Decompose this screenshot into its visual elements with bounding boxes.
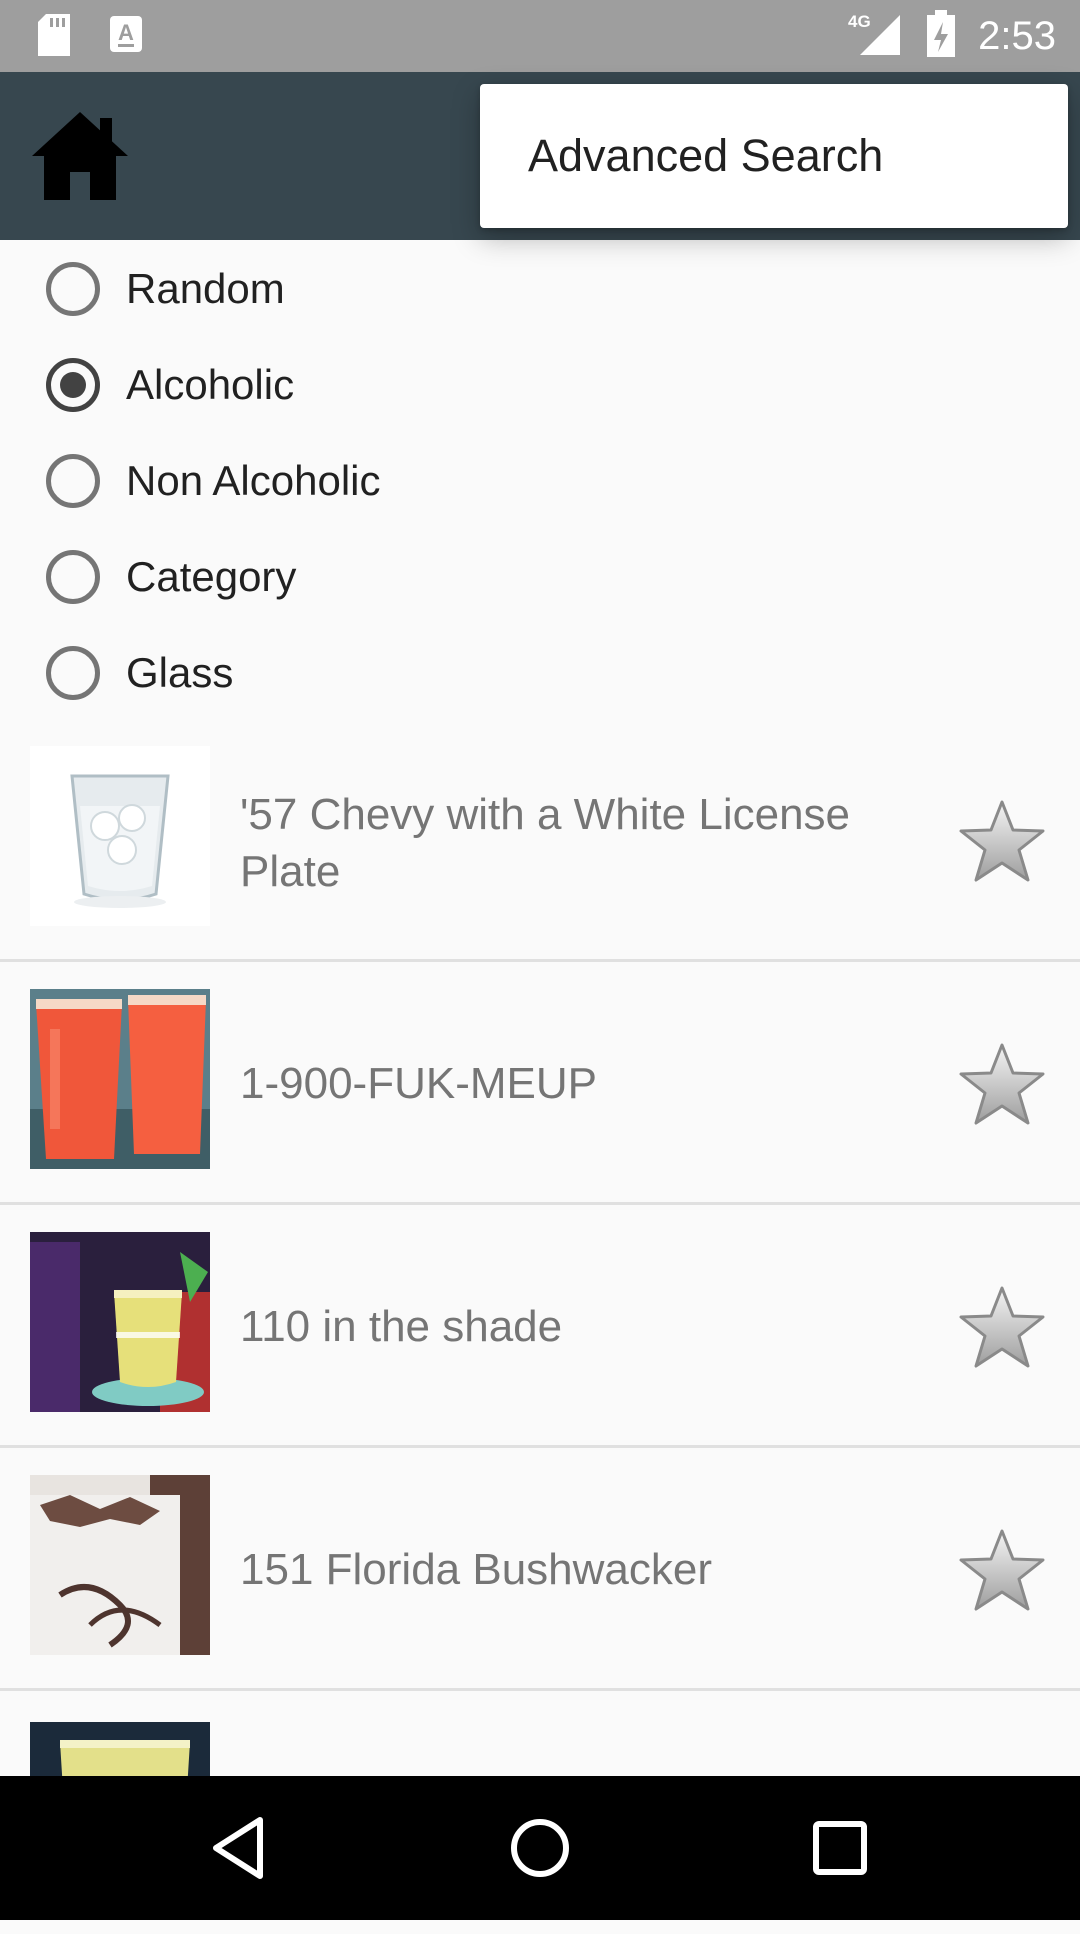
system-nav-bar: [0, 1776, 1080, 1920]
radio-label: Glass: [126, 649, 234, 696]
keyboard-a-icon: A: [108, 14, 144, 63]
radio-button[interactable]: [46, 454, 100, 508]
drink-thumbnail: [30, 1232, 210, 1412]
star-icon[interactable]: [958, 1041, 1046, 1129]
status-time: 2:53: [978, 14, 1056, 58]
star-icon[interactable]: [958, 1527, 1046, 1615]
drink-name: 1-900-FUK-MEUP: [240, 1059, 597, 1108]
radio-button-checked[interactable]: [46, 358, 100, 412]
drink-name: '57 Chevy with a White License Plate: [240, 790, 851, 896]
svg-text:4G: 4G: [848, 12, 871, 31]
drink-list-item[interactable]: 1-900-FUK-MEUP: [0, 963, 1080, 1205]
home-button[interactable]: [28, 108, 132, 204]
drink-thumbnail: [30, 989, 210, 1169]
radio-label: Category: [126, 553, 297, 600]
home-circle-icon[interactable]: [504, 1812, 576, 1884]
drink-name: 110 in the shade: [240, 1302, 563, 1351]
radio-non-alcoholic[interactable]: Non Alcoholic: [46, 446, 380, 516]
radio-button[interactable]: [46, 646, 100, 700]
radio-alcoholic[interactable]: Alcoholic: [46, 350, 294, 420]
recents-icon[interactable]: [804, 1812, 876, 1884]
drink-thumbnail: [30, 1475, 210, 1655]
radio-random[interactable]: Random: [46, 254, 285, 324]
status-bar: A 4G 2:53: [0, 0, 1080, 72]
radio-category[interactable]: Category: [46, 542, 296, 612]
radio-glass[interactable]: Glass: [46, 638, 233, 708]
drink-list-item[interactable]: 110 in the shade: [0, 1206, 1080, 1448]
back-icon[interactable]: [204, 1812, 276, 1884]
radio-label: Alcoholic: [126, 361, 295, 408]
signal-4g-icon: 4G: [848, 11, 904, 62]
drink-list-item[interactable]: 151 Florida Bushwacker: [0, 1449, 1080, 1691]
radio-label: Random: [126, 265, 285, 312]
home-icon: [32, 112, 128, 200]
drink-thumbnail: [30, 746, 210, 926]
menu-item-advanced-search[interactable]: Advanced Search: [480, 84, 1068, 228]
radio-label: Non Alcoholic: [126, 457, 381, 504]
battery-charging-icon: [926, 10, 956, 63]
radio-button[interactable]: [46, 550, 100, 604]
svg-text:A: A: [118, 20, 134, 45]
star-icon[interactable]: [958, 798, 1046, 886]
radio-button[interactable]: [46, 262, 100, 316]
star-icon[interactable]: [958, 1284, 1046, 1372]
drink-list-item[interactable]: '57 Chevy with a White License Plate: [0, 720, 1080, 962]
sd-card-icon: [36, 14, 72, 63]
overflow-menu: Advanced Search: [480, 84, 1068, 228]
drink-name: 151 Florida Bushwacker: [240, 1545, 713, 1594]
